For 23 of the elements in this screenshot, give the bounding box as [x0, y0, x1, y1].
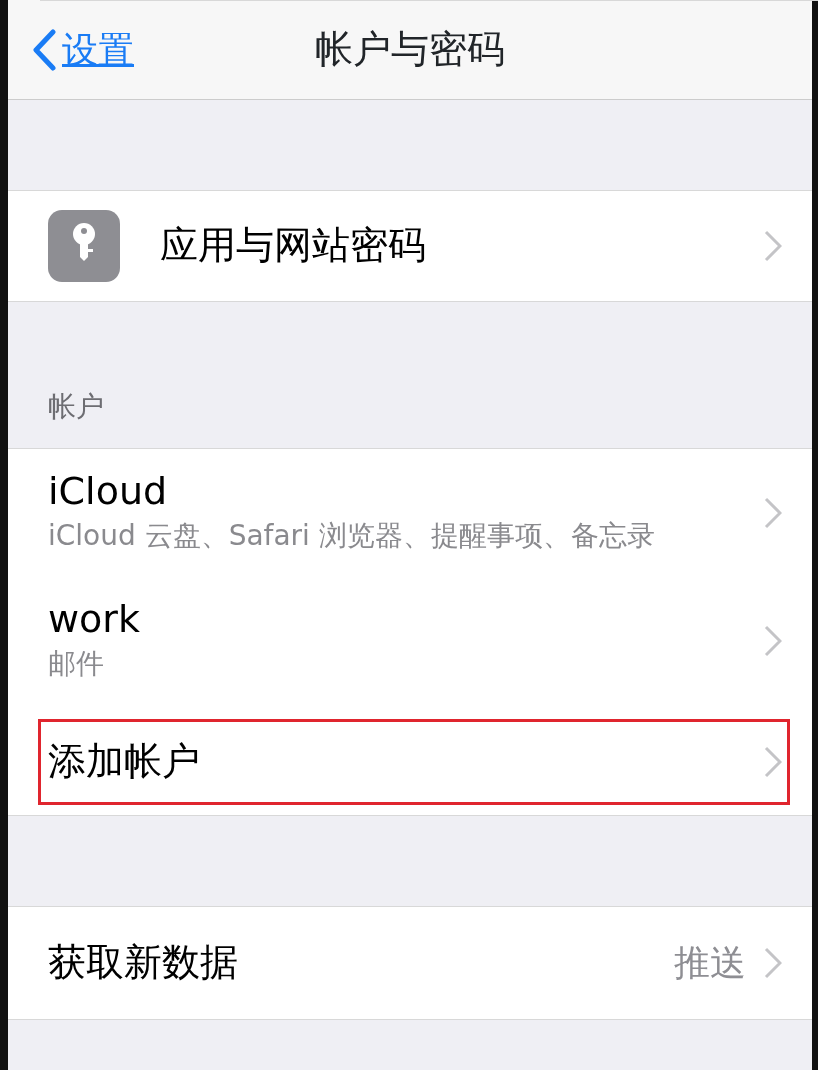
chevron-icon	[764, 497, 782, 529]
back-chevron-icon	[32, 28, 56, 71]
chevron-icon	[764, 746, 782, 778]
row-title: 添加帐户	[48, 739, 201, 785]
back-button[interactable]: 设置	[8, 22, 134, 77]
section-header: 帐户	[47, 389, 105, 425]
settings-row[interactable]: 添加帐户	[38, 719, 790, 805]
row-value: 推送	[674, 941, 746, 985]
settings-row[interactable]: 获取新数据 推送	[8, 907, 812, 1019]
page-title: 帐户与密码	[315, 27, 505, 71]
chevron-icon	[764, 947, 782, 979]
row-title: work	[48, 597, 141, 643]
row-title: iCloud	[48, 469, 169, 515]
chevron-icon	[764, 625, 782, 657]
row-subtitle: iCloud 云盘、Safari 浏览器、提醒事项、备忘录	[48, 517, 656, 554]
settings-row[interactable]: iCloud iCloud 云盘、Safari 浏览器、提醒事项、备忘录	[8, 449, 812, 577]
key-icon	[48, 210, 120, 282]
settings-row[interactable]: 应用与网站密码	[8, 191, 812, 301]
row-subtitle: 邮件	[48, 645, 105, 682]
settings-row[interactable]: work 邮件	[8, 577, 812, 705]
row-title: 应用与网站密码	[160, 223, 427, 269]
row-title: 获取新数据	[48, 940, 239, 986]
chevron-icon	[764, 230, 782, 262]
